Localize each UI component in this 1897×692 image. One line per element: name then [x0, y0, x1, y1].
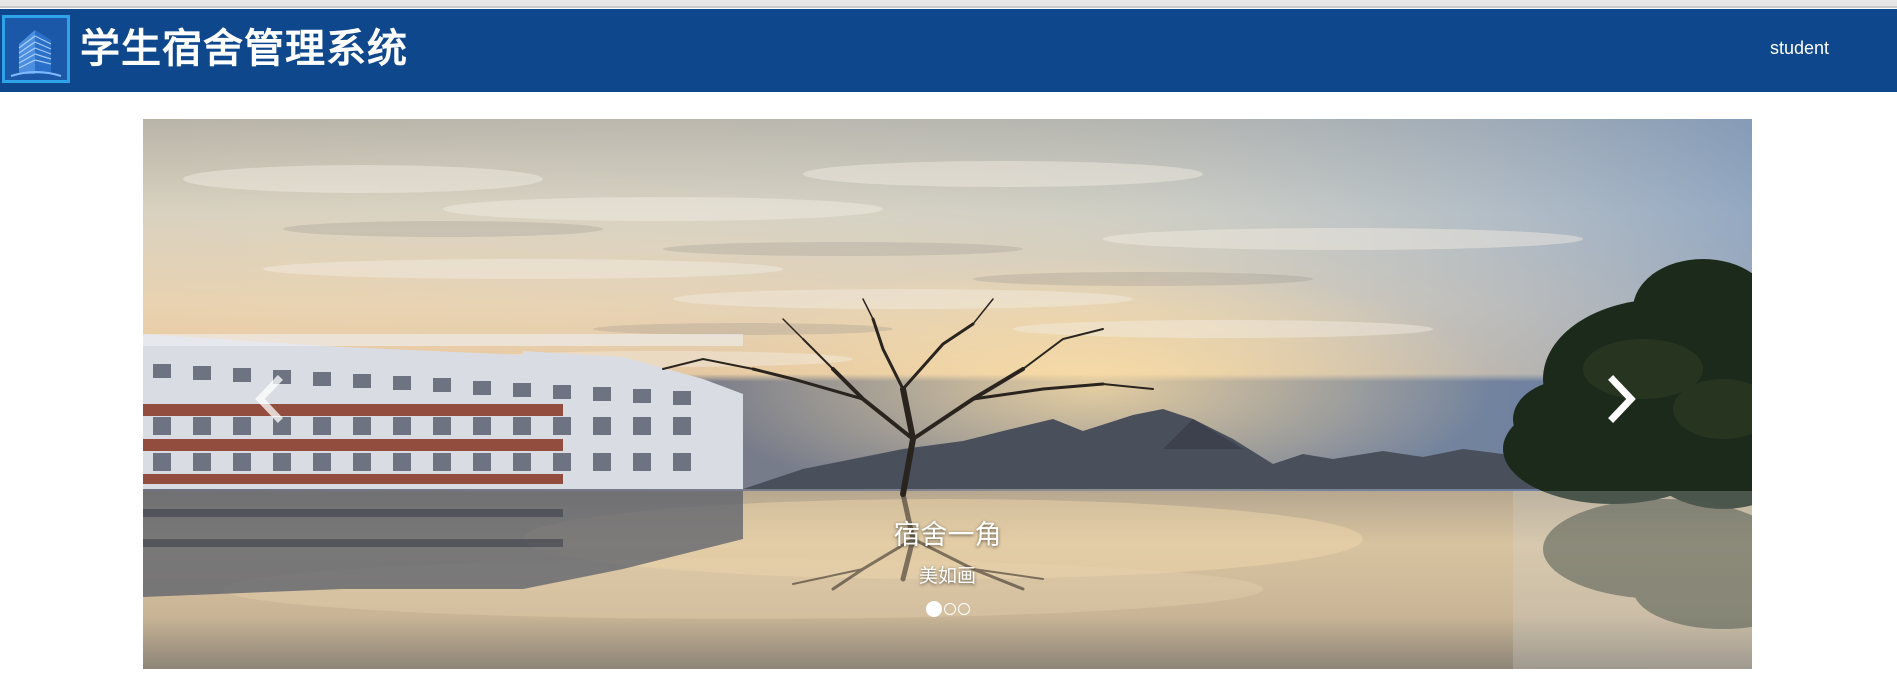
- carousel-next-button[interactable]: [1593, 369, 1653, 429]
- carousel-prev-button[interactable]: [238, 369, 298, 429]
- user-menu[interactable]: student: [1770, 33, 1829, 63]
- carousel-indicator-3[interactable]: [957, 603, 970, 615]
- chevron-right-icon: [1608, 375, 1636, 423]
- chevron-left-icon: [255, 375, 283, 423]
- slide-caption-title: 宿舍一角: [893, 520, 1002, 551]
- carousel-indicators: [143, 601, 1752, 617]
- slide-caption-subtitle: 美如画: [918, 565, 976, 587]
- building-icon: [2, 15, 70, 83]
- image-carousel[interactable]: 宿舍一角 美如画: [143, 119, 1752, 669]
- app-title: 学生宿舍管理系统: [80, 25, 408, 72]
- carousel-indicator-2[interactable]: [943, 603, 956, 615]
- header-bar: 学生宿舍管理系统 student: [0, 9, 1897, 92]
- top-border: [0, 0, 1897, 8]
- carousel-indicator-1[interactable]: [925, 601, 942, 617]
